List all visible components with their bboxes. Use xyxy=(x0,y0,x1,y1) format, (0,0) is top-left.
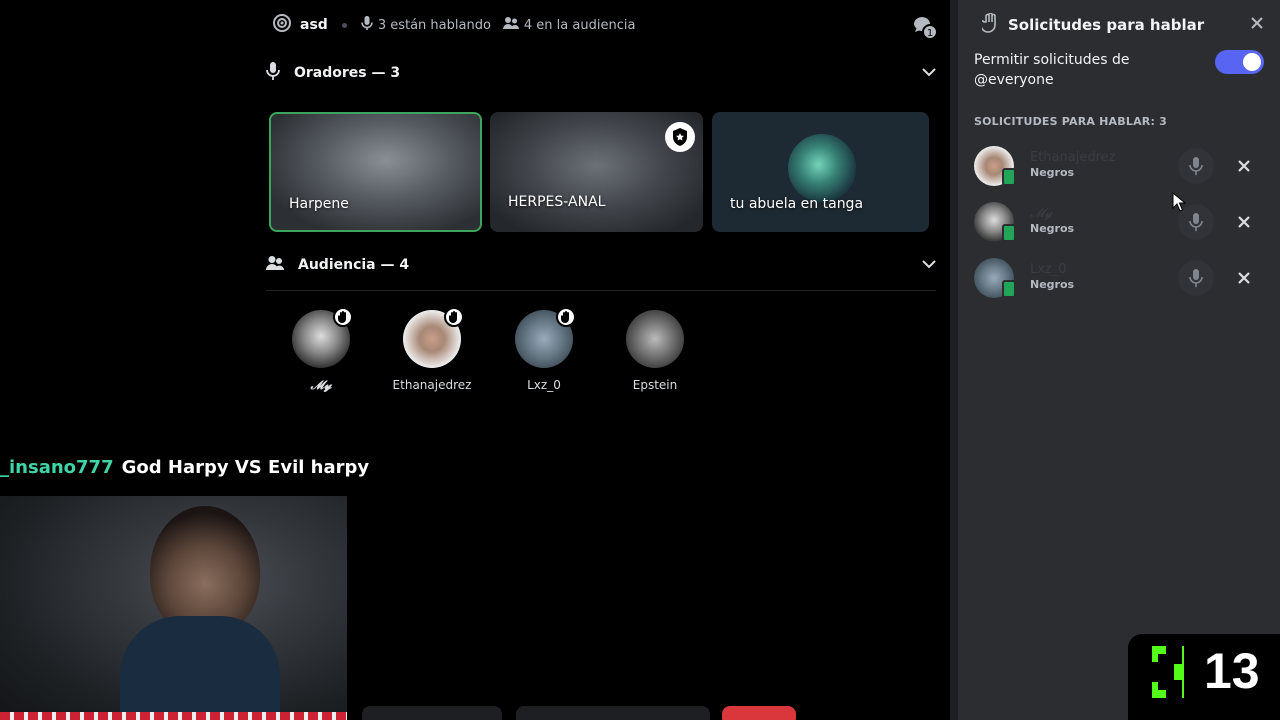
audience-count-label: 4 en la audiencia xyxy=(523,17,636,33)
requests-count-header: SOLICITUDES PARA HABLAR: 3 xyxy=(974,115,1167,128)
keyboard-strip xyxy=(0,712,347,720)
audience-member-name: Epstein xyxy=(632,378,678,392)
audience-member[interactable]: Ethanajedrez xyxy=(382,307,482,392)
chat-message: God Harpy VS Evil harpy xyxy=(121,457,370,478)
threads-badge: 1 xyxy=(927,28,933,39)
request-role: Negros xyxy=(1030,278,1075,291)
avatar xyxy=(515,307,576,368)
request-row: 𝓜𝔂 Negros xyxy=(974,200,1270,244)
speakers-header-label: Oradores — 3 xyxy=(294,65,401,81)
kick-logo-icon xyxy=(1136,646,1184,698)
allow-requests-label: Permitir solicitudes de @everyone xyxy=(974,52,1130,88)
people-icon xyxy=(502,16,519,34)
webcam-figure-body xyxy=(120,616,280,720)
chevron-down-icon[interactable] xyxy=(922,65,936,81)
microphone-icon xyxy=(361,16,373,34)
panel-divider xyxy=(950,0,958,720)
stage-control-button[interactable] xyxy=(516,706,710,720)
audience-section-header[interactable]: Audiencia — 4 xyxy=(266,247,936,283)
stage-icon xyxy=(272,13,292,37)
mobile-icon xyxy=(1002,280,1016,298)
raised-hand-icon xyxy=(980,12,1000,37)
stage-view: asd 3 están hablando 4 en la audiencia 1… xyxy=(250,0,950,720)
chat-overlay: _insano777 God Harpy VS Evil harpy xyxy=(0,457,369,478)
raised-hand-icon xyxy=(444,307,464,327)
speak-requests-panel: Solicitudes para hablar Permitir solicit… xyxy=(958,0,1280,720)
request-role: Negros xyxy=(1030,222,1075,235)
audience-count: 4 en la audiencia xyxy=(502,16,636,34)
audience-member[interactable]: Epstein xyxy=(605,310,705,392)
kick-viewer-count: 13 xyxy=(1204,643,1260,699)
avatar xyxy=(403,307,464,368)
request-username: Lxz_0 xyxy=(1030,262,1067,277)
mobile-icon xyxy=(1002,168,1016,186)
stage-title: asd xyxy=(300,17,328,33)
invite-to-speak-button[interactable] xyxy=(1178,148,1214,184)
chevron-down-icon[interactable] xyxy=(922,257,936,273)
request-username: 𝓜𝔂 xyxy=(1030,206,1053,221)
section-divider xyxy=(266,290,936,291)
mobile-icon xyxy=(1002,224,1016,242)
avatar xyxy=(292,307,353,368)
leave-stage-button[interactable] xyxy=(722,706,796,720)
separator-dot xyxy=(341,22,347,28)
moderator-shield-icon xyxy=(665,122,695,152)
people-icon xyxy=(266,255,284,275)
request-row: Ethanajedrez Negros xyxy=(974,144,1270,188)
speaker-tile[interactable]: tu abuela en tanga xyxy=(712,112,929,232)
speakers-section-header[interactable]: Oradores — 3 xyxy=(266,55,936,91)
audience-member[interactable]: Lxz_0 xyxy=(494,307,594,392)
mouse-cursor-icon xyxy=(1172,191,1187,216)
audience-member-name: Lxz_0 xyxy=(527,378,561,392)
invite-to-speak-button[interactable] xyxy=(1178,260,1214,296)
deny-request-button[interactable] xyxy=(1226,204,1262,240)
speaker-tile[interactable]: HERPES-ANAL xyxy=(490,112,703,232)
request-role: Negros xyxy=(1030,166,1075,179)
request-username: Ethanajedrez xyxy=(1030,150,1116,165)
panel-title: Solicitudes para hablar xyxy=(1008,16,1205,34)
speaker-name: Harpene xyxy=(289,196,349,212)
streamer-webcam xyxy=(0,496,347,720)
speaking-count-label: 3 están hablando xyxy=(377,17,491,33)
audience-header-label: Audiencia — 4 xyxy=(298,257,410,273)
chat-username: _insano777 xyxy=(0,457,114,478)
audience-member-name: Ethanajedrez xyxy=(392,378,472,392)
kick-viewer-overlay: 13 xyxy=(1128,634,1280,720)
raised-hand-icon xyxy=(556,307,576,327)
avatar xyxy=(626,310,684,368)
panel-header: Solicitudes para hablar xyxy=(958,0,1280,50)
deny-request-button[interactable] xyxy=(1226,260,1262,296)
toggle-knob xyxy=(1243,53,1261,71)
speaker-avatar xyxy=(788,134,856,202)
deny-request-button[interactable] xyxy=(1226,148,1262,184)
audience-member[interactable]: 𝓜𝔂 xyxy=(271,307,371,393)
stage-topbar: asd 3 están hablando 4 en la audiencia 1 xyxy=(250,0,950,50)
speaker-tile[interactable]: Harpene xyxy=(269,112,482,232)
speaking-count: 3 están hablando xyxy=(361,16,491,34)
raised-hand-icon xyxy=(333,307,353,327)
audience-member-name: 𝓜𝔂 xyxy=(310,378,332,392)
microphone-icon xyxy=(266,62,280,84)
stage-control-button[interactable] xyxy=(362,706,502,720)
request-row: Lxz_0 Negros xyxy=(974,256,1270,300)
speaker-name: tu abuela en tanga xyxy=(730,196,864,212)
speaker-name: HERPES-ANAL xyxy=(508,194,606,210)
close-icon[interactable] xyxy=(1250,16,1264,34)
threads-button[interactable]: 1 xyxy=(912,14,938,40)
allow-requests-toggle[interactable] xyxy=(1215,50,1264,74)
